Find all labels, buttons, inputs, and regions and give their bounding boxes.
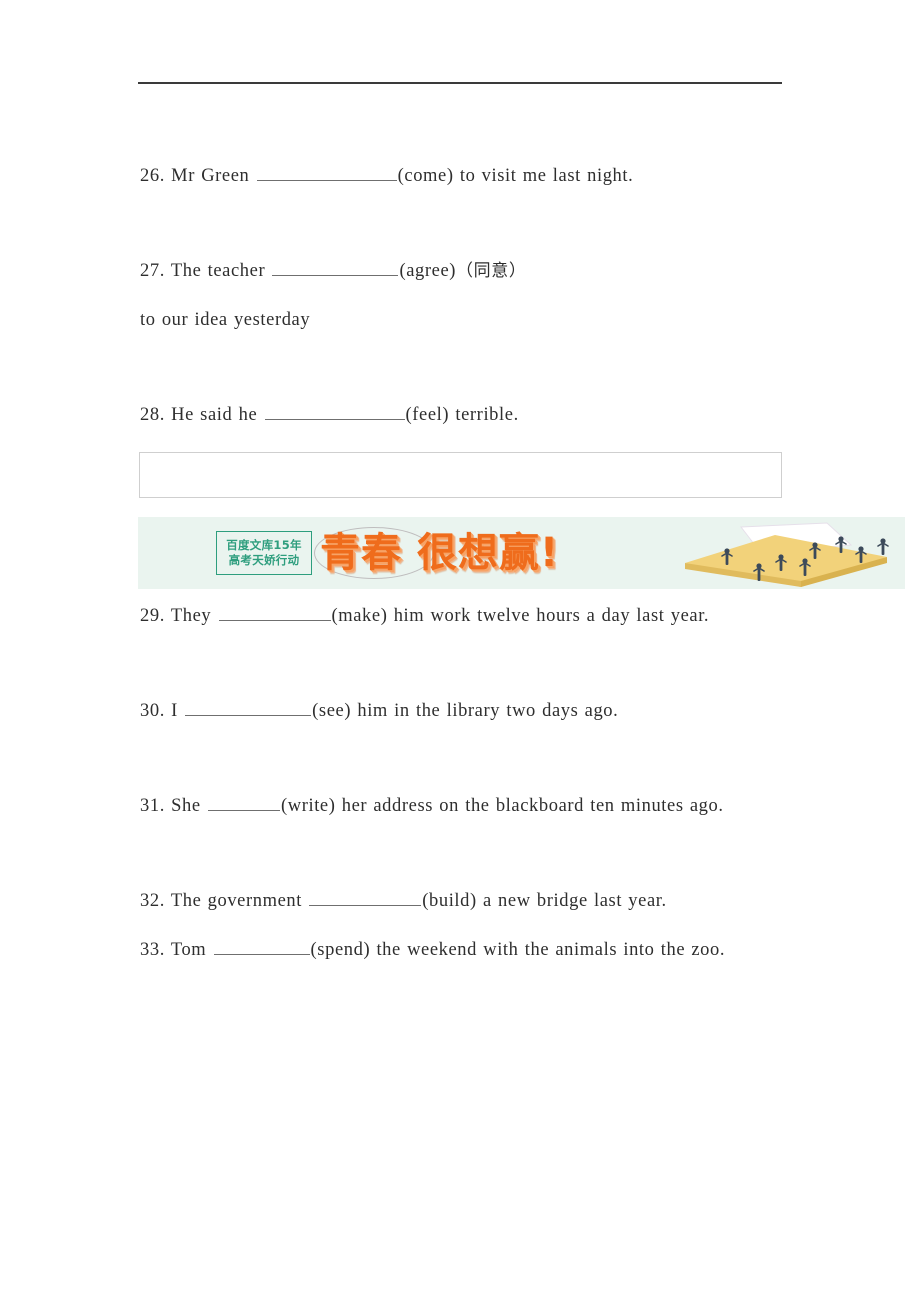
- logo-line-2: 高考天娇行动: [228, 553, 300, 567]
- platform-illustration: [685, 522, 889, 587]
- answer-blank-27[interactable]: [272, 258, 399, 276]
- answer-blank-26[interactable]: [256, 163, 397, 181]
- answer-blank-32[interactable]: [309, 888, 422, 906]
- exercise-item-33: 33. Tom (spend) the weekend with the ani…: [140, 926, 785, 975]
- exercise-text-before-33: Tom: [170, 940, 207, 960]
- exercise-text-after-26: (come) to visit me last night.: [397, 166, 634, 186]
- exercise-hint-cjk-27: （同意）: [456, 261, 527, 281]
- promo-slogan-text: 青春 很想赢!: [320, 530, 560, 576]
- exercise-item-32: 32. The government (build) a new bridge …: [140, 877, 785, 926]
- answer-blank-30[interactable]: [185, 698, 312, 716]
- answer-blank-28[interactable]: [264, 402, 405, 420]
- exercise-number-26: 26.: [140, 166, 165, 186]
- answer-blank-29[interactable]: [218, 603, 331, 621]
- promo-banner-content: 百度文库15年 高考天娇行动 青春 很想赢!: [138, 517, 905, 589]
- header-divider-rule: [138, 82, 782, 84]
- exercise-text-after-27: (agree): [399, 261, 457, 281]
- exercise-item-27: 27. The teacher (agree)（同意）: [140, 247, 785, 296]
- logo-line-1: 百度文库15年: [226, 538, 302, 552]
- exercise-text-before-26: Mr Green: [171, 166, 250, 186]
- answer-blank-33[interactable]: [213, 937, 310, 955]
- exercise-continuation-27: to our idea yesterday: [140, 310, 311, 330]
- exercise-text-before-32: The government: [170, 891, 302, 911]
- exercise-text-before-31: She: [171, 796, 201, 816]
- exercise-item-29: 29. They (make) him work twelve hours a …: [140, 592, 785, 641]
- answer-blank-31[interactable]: [207, 793, 280, 811]
- exercise-text-after-29: (make) him work twelve hours a day last …: [331, 606, 710, 626]
- baidu-wenku-logo-box: 百度文库15年 高考天娇行动: [216, 531, 312, 575]
- promo-banner[interactable]: 百度文库15年 高考天娇行动 青春 很想赢!: [138, 517, 905, 589]
- exercise-number-32: 32.: [140, 891, 165, 911]
- exercise-text-after-33: (spend) the weekend with the animals int…: [310, 940, 726, 960]
- exercise-text-before-28: He said he: [171, 405, 258, 425]
- exercise-number-28: 28.: [140, 405, 165, 425]
- exercise-number-29: 29.: [140, 606, 165, 626]
- exercise-number-30: 30.: [140, 701, 165, 721]
- exercise-text-before-29: They: [170, 606, 212, 626]
- document-page: 26. Mr Green (come) to visit me last nig…: [0, 0, 920, 1302]
- exercise-item-30: 30. I (see) him in the library two days …: [140, 687, 785, 736]
- exercise-item-26: 26. Mr Green (come) to visit me last nig…: [140, 152, 785, 201]
- exercise-text-before-27: The teacher: [170, 261, 266, 281]
- exercise-item-31: 31. She (write) her address on the black…: [140, 782, 785, 831]
- empty-answer-box[interactable]: [139, 452, 782, 498]
- exercise-number-27: 27.: [140, 261, 165, 281]
- exercise-item-28: 28. He said he (feel) terrible.: [140, 391, 785, 440]
- exercise-text-after-32: (build) a new bridge last year.: [422, 891, 667, 911]
- exercise-text-before-30: I: [171, 701, 178, 721]
- exercise-text-after-30: (see) him in the library two days ago.: [312, 701, 619, 721]
- exercise-text-after-28: (feel) terrible.: [405, 405, 519, 425]
- exercise-text-after-31: (write) her address on the blackboard te…: [280, 796, 724, 816]
- exercise-number-33: 33.: [140, 940, 165, 960]
- exercise-number-31: 31.: [140, 796, 165, 816]
- exercise-item-27-continuation: to our idea yesterday: [140, 296, 785, 345]
